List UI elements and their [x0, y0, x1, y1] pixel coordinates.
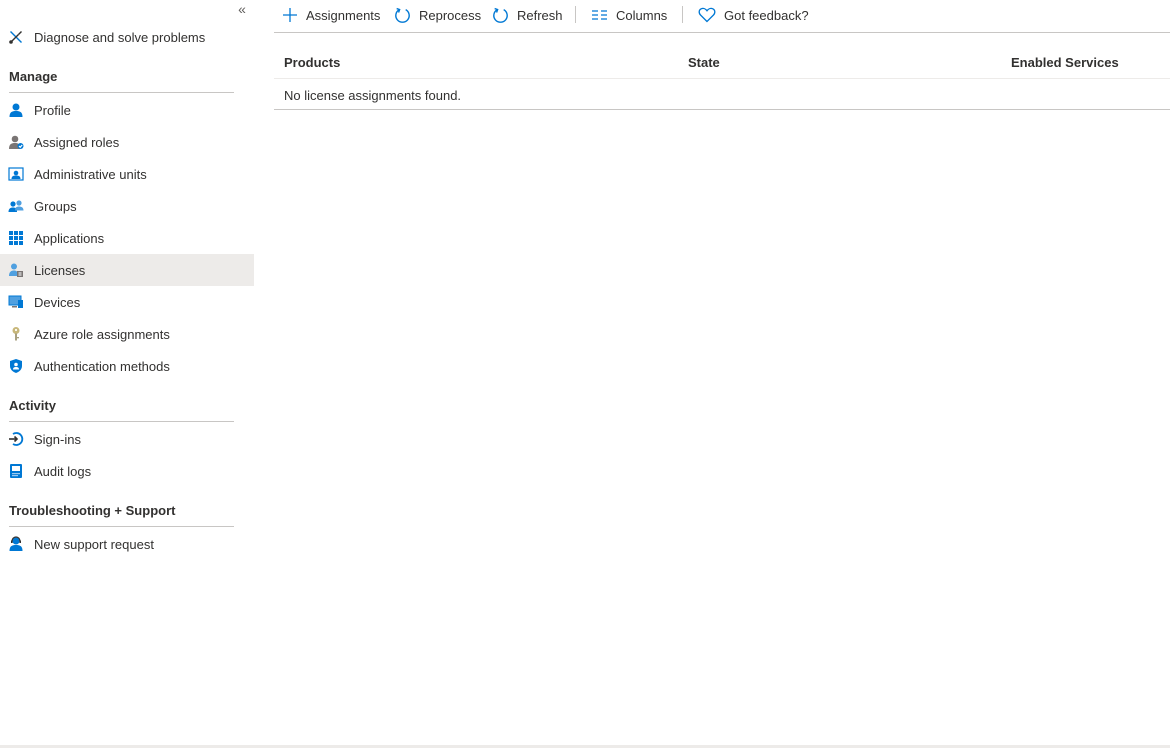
sidebar-item-label: Devices: [34, 294, 81, 310]
person-icon: [8, 102, 24, 118]
sidebar-item-label: Azure role assignments: [34, 326, 170, 342]
license-assignments-table: Products State Enabled Services No licen…: [274, 44, 1170, 110]
heart-icon: [698, 7, 716, 23]
column-header-enabled-services[interactable]: Enabled Services: [1011, 55, 1119, 70]
group-icon: [8, 198, 24, 214]
sidebar-item-authentication-methods[interactable]: Authentication methods: [0, 350, 254, 382]
user-role-icon: [8, 134, 24, 150]
reprocess-icon: [395, 7, 410, 23]
sign-in-icon: [8, 431, 24, 447]
sidebar-item-label: Diagnose and solve problems: [34, 29, 206, 45]
sidebar-item-profile[interactable]: Profile: [0, 94, 254, 126]
toolbar-separator: [682, 6, 683, 23]
section-divider: [9, 526, 234, 527]
sidebar-item-audit-logs[interactable]: Audit logs: [0, 455, 254, 487]
plus-icon: [283, 8, 297, 22]
sidebar-item-label: Groups: [34, 198, 77, 214]
section-title-manage: Manage: [9, 69, 58, 84]
section-title-troubleshooting: Troubleshooting + Support: [9, 503, 176, 518]
app-window: « Diagnose and solve problems Manage Pro…: [0, 0, 1170, 748]
toolbar-divider: [274, 32, 1170, 33]
admin-unit-icon: [8, 166, 24, 182]
refresh-icon: [493, 7, 508, 23]
button-label: Refresh: [517, 7, 563, 23]
support-person-icon: [8, 536, 24, 552]
sidebar-item-assigned-roles[interactable]: Assigned roles: [0, 126, 254, 158]
sidebar-item-administrative-units[interactable]: Administrative units: [0, 158, 254, 190]
section-title-activity: Activity: [9, 398, 56, 413]
sidebar-item-label: Administrative units: [34, 166, 147, 182]
columns-button[interactable]: Columns: [591, 4, 667, 26]
refresh-button[interactable]: Refresh: [492, 4, 563, 26]
sidebar-item-azure-role-assignments[interactable]: Azure role assignments: [0, 318, 254, 350]
app-grid-icon: [8, 230, 24, 246]
sidebar-item-label: Licenses: [34, 262, 86, 278]
sidebar-item-sign-ins[interactable]: Sign-ins: [0, 423, 254, 455]
sidebar-item-label: New support request: [34, 536, 154, 552]
audit-log-icon: [8, 463, 24, 479]
key-icon: [8, 326, 24, 342]
section-divider: [9, 92, 234, 93]
sidebar-item-applications[interactable]: Applications: [0, 222, 254, 254]
button-label: Assignments: [306, 7, 381, 23]
toolbar-separator: [575, 6, 576, 23]
button-label: Got feedback?: [724, 7, 809, 23]
section-divider: [9, 421, 234, 422]
column-header-state[interactable]: State: [688, 55, 720, 70]
button-label: Columns: [616, 7, 668, 23]
command-bar: Assignments Reprocess Refresh Columns Go…: [274, 0, 1170, 32]
empty-state-message: No license assignments found.: [284, 88, 462, 103]
sidebar-item-label: Audit logs: [34, 463, 92, 479]
sidebar-item-diagnose[interactable]: Diagnose and solve problems: [0, 21, 254, 53]
button-label: Reprocess: [419, 7, 482, 23]
table-header-row: Products State Enabled Services: [274, 44, 1170, 79]
column-header-products[interactable]: Products: [284, 55, 340, 70]
add-assignments-button[interactable]: Assignments: [282, 4, 380, 26]
sidebar: « Diagnose and solve problems Manage Pro…: [0, 0, 254, 745]
collapse-sidebar-button[interactable]: «: [234, 0, 250, 18]
device-icon: [8, 294, 24, 310]
sidebar-item-licenses[interactable]: Licenses: [0, 254, 254, 286]
sidebar-item-label: Authentication methods: [34, 358, 170, 374]
sidebar-item-label: Assigned roles: [34, 134, 120, 150]
license-icon: [8, 262, 24, 278]
feedback-button[interactable]: Got feedback?: [698, 4, 809, 26]
double-chevron-left-icon: «: [238, 1, 246, 17]
sidebar-item-label: Sign-ins: [34, 431, 81, 447]
reprocess-button[interactable]: Reprocess: [394, 4, 481, 26]
sidebar-item-label: Applications: [34, 230, 105, 246]
sidebar-item-new-support-request[interactable]: New support request: [0, 528, 254, 560]
shield-icon: [8, 358, 24, 374]
sidebar-item-groups[interactable]: Groups: [0, 190, 254, 222]
wrench-icon: [8, 29, 24, 45]
sidebar-item-devices[interactable]: Devices: [0, 286, 254, 318]
table-empty-row: No license assignments found.: [274, 79, 1170, 110]
columns-icon: [592, 10, 607, 20]
sidebar-item-label: Profile: [34, 102, 71, 118]
